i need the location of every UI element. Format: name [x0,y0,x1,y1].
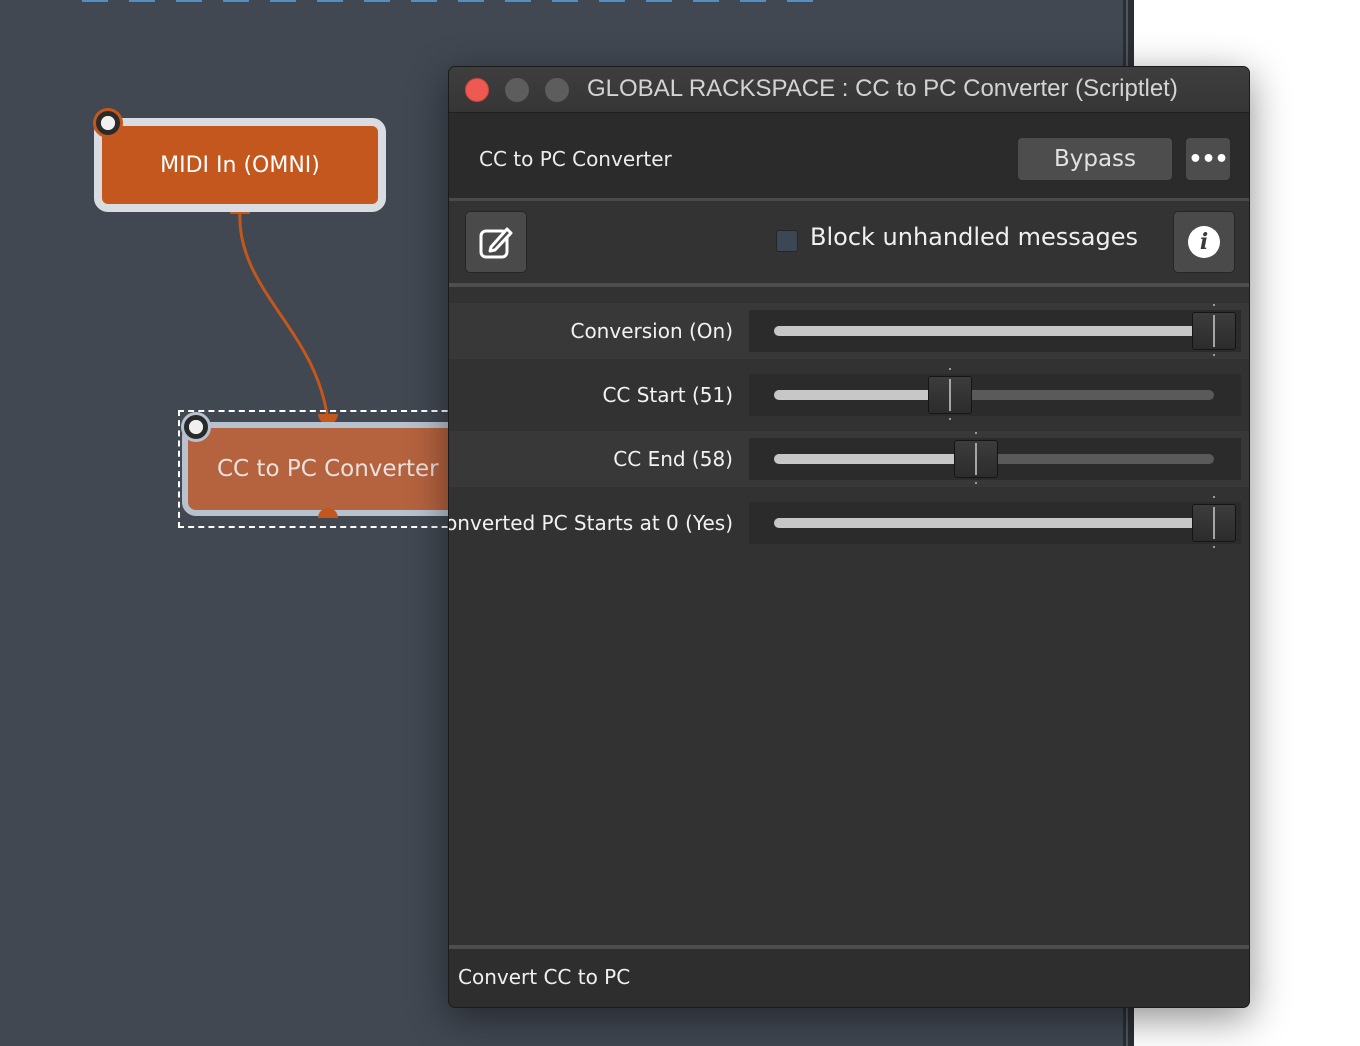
info-icon: i [1188,226,1220,258]
slider-tick [1213,496,1215,498]
info-button[interactable]: i [1173,211,1235,273]
slider-tick [949,418,951,420]
window-titlebar[interactable]: GLOBAL RACKSPACE : CC to PC Converter (S… [449,67,1249,113]
scriptlet-toolbar: Block unhandled messages i [449,201,1249,287]
slider-track[interactable] [774,326,1214,336]
node-midi-in[interactable]: MIDI In (OMNI) [94,118,386,212]
slider-tick [975,432,977,434]
plugin-editor-window: GLOBAL RACKSPACE : CC to PC Converter (S… [448,66,1250,1008]
slider-fill [774,326,1214,336]
slider-track[interactable] [774,390,1214,400]
edit-script-button[interactable] [465,211,527,273]
node-midi-in-label: MIDI In (OMNI) [160,152,320,178]
parameter-slider[interactable] [749,496,1241,548]
parameter-row: CC End (58) [449,431,1249,487]
slider-fill [774,454,976,464]
parameter-label: CC End (58) [613,447,733,471]
minimize-window-button[interactable] [505,78,529,102]
slider-tick [949,368,951,370]
slider-tick [975,482,977,484]
slider-fill [774,518,1214,528]
parameter-slider[interactable] [749,304,1241,356]
plugin-header: CC to PC Converter Bypass ••• [449,113,1249,201]
window-title: GLOBAL RACKSPACE : CC to PC Converter (S… [587,75,1178,102]
slider-track[interactable] [774,518,1214,528]
bypass-button[interactable]: Bypass [1017,137,1173,181]
block-unhandled-checkbox[interactable] [776,230,798,252]
slider-fill [774,390,950,400]
edit-icon [479,227,513,259]
slider-tick [1213,304,1215,306]
parameter-slider[interactable] [749,368,1241,420]
zoom-window-button[interactable] [545,78,569,102]
parameter-row: Conversion (On) [449,303,1249,359]
slider-thumb[interactable] [1192,504,1236,542]
midi-port-icon [93,108,123,138]
slider-tick [1213,354,1215,356]
slider-thumb[interactable] [928,376,972,414]
more-options-button[interactable]: ••• [1185,137,1231,181]
plugin-footer: Convert CC to PC [449,945,1249,1007]
parameter-label: CC Start (51) [602,383,733,407]
close-window-button[interactable] [465,78,489,102]
parameter-slider[interactable] [749,432,1241,484]
slider-tick [1213,546,1215,548]
slider-thumb[interactable] [954,440,998,478]
parameter-row: CC Start (51) [449,367,1249,423]
parameter-row: Converted PC Starts at 0 (Yes) [449,495,1249,551]
parameter-label: Converted PC Starts at 0 (Yes) [448,511,733,535]
plugin-name: CC to PC Converter [479,147,672,171]
block-unhandled-label[interactable]: Block unhandled messages [810,223,1138,251]
parameter-label: Conversion (On) [570,319,733,343]
footer-description: Convert CC to PC [458,965,631,989]
slider-thumb[interactable] [1192,312,1236,350]
node-cc-to-pc-label: CC to PC Converter [217,456,439,482]
midi-port-icon [181,412,211,442]
node-cc-to-pc-converter[interactable]: CC to PC Converter [182,422,472,516]
